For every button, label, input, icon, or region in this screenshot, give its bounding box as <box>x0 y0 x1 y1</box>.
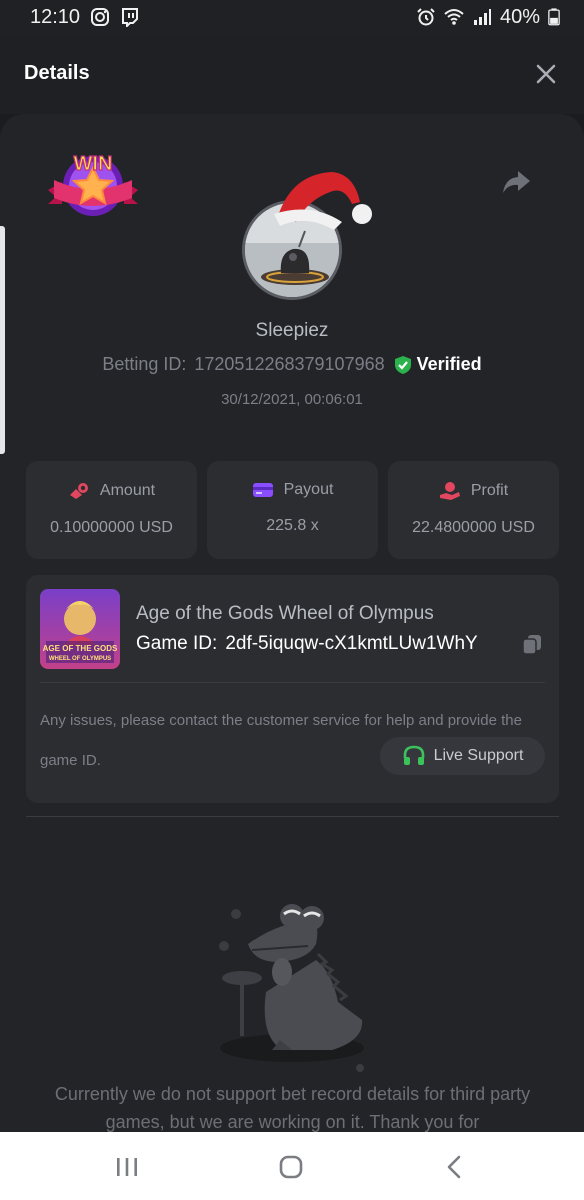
status-left: 12:10 <box>30 6 140 29</box>
status-right: 40% <box>416 6 560 29</box>
stat-profit: Profit 22.4800000 USD <box>388 461 559 559</box>
instagram-icon <box>91 8 110 26</box>
verified-label: Verified <box>416 354 482 374</box>
battery-icon <box>548 8 560 26</box>
stat-profit-value: 22.4800000 USD <box>412 519 535 536</box>
coins-icon <box>69 483 88 499</box>
stat-amount-value: 0.10000000 USD <box>50 519 173 536</box>
wifi-icon <box>444 9 464 25</box>
third-party-notice: Currently we do not support bet record d… <box>54 1084 531 1132</box>
signal-icon <box>473 9 491 25</box>
stats-row: Amount 0.10000000 USD Payout 225.8 x Pro… <box>26 461 559 559</box>
twitch-icon <box>122 8 139 27</box>
game-card: AGE OF THE GODS WHEEL OF OLYMPUS Age of … <box>26 575 559 803</box>
stat-profit-head: Profit <box>388 481 559 501</box>
status-time: 12:10 <box>30 5 81 28</box>
card-icon <box>252 483 273 497</box>
android-nav-bar <box>0 1132 584 1200</box>
stat-payout-value: 225.8 x <box>266 517 319 534</box>
stat-profit-label: Profit <box>470 482 509 499</box>
copy-icon[interactable] <box>521 633 543 655</box>
game-id-label: Game ID: <box>136 633 218 654</box>
game-id-value: 2df-5iquqw-cX1kmtLUw1WhY <box>225 633 478 654</box>
stat-payout-head: Payout <box>207 481 378 499</box>
win-badge-icon: WIN <box>48 152 138 216</box>
verified-badge: Verified <box>393 354 482 375</box>
game-thumb-title: AGE OF THE GODS WHEEL OF OLYMPUS <box>40 644 120 664</box>
svg-text:WIN: WIN <box>74 153 113 175</box>
stat-payout-label: Payout <box>283 481 334 498</box>
recent-apps-icon[interactable] <box>112 1152 142 1182</box>
details-header: Details <box>0 34 584 114</box>
status-bar: 12:10 40% <box>0 0 584 34</box>
verified-shield-icon <box>394 355 411 374</box>
hand-coin-icon <box>439 482 460 500</box>
betting-id-row: Betting ID: 1720512268379107968 Verified <box>0 354 584 375</box>
back-icon[interactable] <box>440 1152 470 1182</box>
betting-id-label: Betting ID: <box>102 354 187 374</box>
headset-icon <box>403 745 424 765</box>
santa-hat-icon <box>274 172 372 230</box>
card-divider <box>40 682 545 683</box>
game-id-row: Game ID: 2df-5iquqw-cX1kmtLUw1WhY <box>136 633 543 655</box>
battery-percent: 40% <box>499 5 540 28</box>
game-thumbnail[interactable]: AGE OF THE GODS WHEEL OF OLYMPUS <box>40 589 120 669</box>
stat-amount-head: Amount <box>26 481 197 501</box>
bet-datetime: 30/12/2021, 00:06:01 <box>221 391 363 408</box>
username: Sleepiez <box>255 320 329 341</box>
crocodile-mascot-icon <box>219 904 364 1072</box>
game-thumb-line2: WHEEL OF OLYMPUS <box>48 656 112 662</box>
page-title: Details <box>24 62 90 84</box>
stat-payout: Payout 225.8 x <box>207 461 378 559</box>
live-support-label: Live Support <box>433 747 524 764</box>
home-icon[interactable] <box>276 1152 306 1182</box>
share-icon[interactable] <box>500 168 532 196</box>
live-support-button[interactable]: Live Support <box>380 737 545 775</box>
stat-amount-label: Amount <box>99 482 156 499</box>
close-icon[interactable] <box>534 62 558 86</box>
stat-amount: Amount 0.10000000 USD <box>26 461 197 559</box>
alarm-icon <box>417 8 435 26</box>
game-title: Age of the Gods Wheel of Olympus <box>136 603 434 624</box>
section-divider <box>26 816 559 817</box>
game-thumb-line1: AGE OF THE GODS <box>42 644 118 653</box>
betting-id-value: 1720512268379107968 <box>194 354 385 374</box>
